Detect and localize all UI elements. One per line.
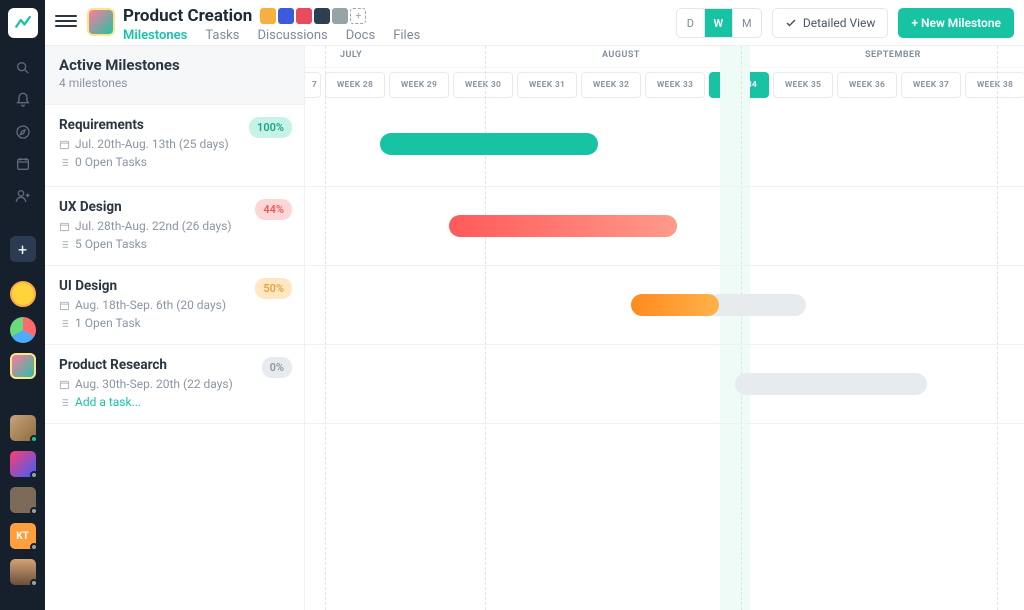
user-avatar-4[interactable]: KT — [10, 523, 36, 549]
workspace-dot-1[interactable] — [10, 281, 36, 307]
check-icon — [785, 17, 797, 29]
scale-week[interactable]: W — [705, 9, 733, 37]
list-sm-icon — [59, 397, 70, 408]
notifications-icon[interactable] — [0, 84, 45, 116]
member-avatars[interactable]: + — [260, 8, 366, 24]
milestone-tasks: 1 Open Task — [59, 316, 290, 330]
header: Product Creation + Milestones Tasks Disc… — [45, 0, 1024, 46]
month-row: JULY AUGUST SEPTEMBER — [305, 46, 1024, 68]
avatar[interactable] — [278, 8, 294, 24]
app-logo[interactable] — [8, 8, 38, 38]
milestone-item[interactable]: UX Design Jul. 28th-Aug. 22nd (26 days) … — [45, 187, 304, 266]
menu-icon[interactable] — [55, 12, 77, 30]
milestone-tasks: 0 Open Tasks — [59, 155, 290, 169]
week-pill[interactable]: WEEK 28 — [325, 72, 385, 98]
milestone-dates: Aug. 30th-Sep. 20th (22 days) — [59, 377, 290, 391]
calendar-sm-icon — [59, 221, 70, 232]
avatar[interactable] — [332, 8, 348, 24]
left-rail: + KT — [0, 0, 45, 610]
new-milestone-label: + New Milestone — [911, 16, 1001, 30]
gantt-bar-ui-design[interactable] — [631, 294, 719, 316]
user-avatar-5[interactable] — [10, 559, 36, 585]
user-avatar-3[interactable] — [10, 487, 36, 513]
milestone-sidebar: Active Milestones 4 milestones Requireme… — [45, 46, 305, 610]
week-pill[interactable]: WEEK 30 — [453, 72, 513, 98]
gantt-lanes — [305, 105, 1024, 424]
detailed-view-button[interactable]: Detailed View — [772, 8, 889, 38]
gantt-bar-ux-design[interactable] — [449, 215, 677, 237]
sidebar-title: Active Milestones — [59, 56, 290, 74]
add-member-button[interactable]: + — [350, 8, 366, 24]
milestone-dates: Jul. 20th-Aug. 13th (25 days) — [59, 137, 290, 151]
week-pill[interactable]: WEEK 36 — [837, 72, 897, 98]
milestone-dates: Jul. 28th-Aug. 22nd (26 days) — [59, 219, 290, 233]
search-icon[interactable] — [0, 52, 45, 84]
week-pill[interactable]: WEEK 29 — [389, 72, 449, 98]
gantt-lane — [305, 187, 1024, 266]
milestone-dates: Aug. 18th-Sep. 6th (20 days) — [59, 298, 290, 312]
milestone-item[interactable]: UI Design Aug. 18th-Sep. 6th (20 days) 1… — [45, 266, 304, 345]
progress-badge: 50% — [255, 278, 292, 299]
avatar[interactable] — [314, 8, 330, 24]
scale-day[interactable]: D — [677, 9, 705, 37]
gantt-bar-product-research[interactable] — [735, 373, 927, 395]
scale-month[interactable]: M — [733, 9, 761, 37]
progress-badge: 44% — [255, 199, 292, 220]
gantt-lane — [305, 266, 1024, 345]
timeline: JULY AUGUST SEPTEMBER 7 WEEK 28 WEEK 29 … — [305, 46, 1024, 610]
month-label: SEPTEMBER — [865, 50, 921, 60]
week-pill[interactable]: WEEK 33 — [645, 72, 705, 98]
avatar[interactable] — [260, 8, 276, 24]
view-scale-toggle: D W M — [676, 8, 762, 38]
calendar-sm-icon — [59, 139, 70, 150]
milestone-add-task[interactable]: Add a task... — [59, 395, 290, 409]
gantt-lane — [305, 345, 1024, 424]
milestone-tasks: 5 Open Tasks — [59, 237, 290, 251]
week-pill[interactable]: WEEK 38 — [965, 72, 1024, 98]
avatar[interactable] — [296, 8, 312, 24]
gantt-lane — [305, 105, 1024, 187]
user-avatar-1[interactable] — [10, 415, 36, 441]
workspace-current[interactable] — [10, 353, 36, 379]
calendar-icon[interactable] — [0, 148, 45, 180]
milestone-name: Product Research — [59, 357, 290, 373]
calendar-sm-icon — [59, 379, 70, 390]
invite-user-icon[interactable] — [0, 180, 45, 212]
milestone-item[interactable]: Requirements Jul. 20th-Aug. 13th (25 day… — [45, 105, 304, 187]
new-milestone-button[interactable]: + New Milestone — [898, 8, 1014, 38]
month-label: AUGUST — [602, 50, 640, 60]
add-button[interactable]: + — [10, 236, 36, 262]
main-panel: Product Creation + Milestones Tasks Disc… — [45, 0, 1024, 610]
sidebar-subtitle: 4 milestones — [59, 76, 290, 90]
workspace-dot-2[interactable] — [10, 317, 36, 343]
compass-icon[interactable] — [0, 116, 45, 148]
progress-badge: 0% — [262, 357, 292, 378]
week-pill[interactable]: WEEK 37 — [901, 72, 961, 98]
week-pill[interactable]: WEEK 31 — [517, 72, 577, 98]
list-sm-icon — [59, 157, 70, 168]
milestone-item[interactable]: Product Research Aug. 30th-Sep. 20th (22… — [45, 345, 304, 424]
calendar-sm-icon — [59, 300, 70, 311]
list-sm-icon — [59, 239, 70, 250]
sidebar-header: Active Milestones 4 milestones — [45, 46, 304, 105]
gantt-bar-requirements[interactable] — [380, 133, 598, 155]
list-sm-icon — [59, 318, 70, 329]
page-title: Product Creation — [123, 6, 252, 26]
project-tile[interactable] — [87, 8, 115, 36]
week-pill[interactable]: WEEK 35 — [773, 72, 833, 98]
user-avatar-2[interactable] — [10, 451, 36, 477]
week-pill[interactable]: WEEK 32 — [581, 72, 641, 98]
month-label: JULY — [340, 50, 362, 60]
week-row: 7 WEEK 28 WEEK 29 WEEK 30 WEEK 31 WEEK 3… — [305, 68, 1024, 105]
logo-icon — [14, 14, 32, 32]
week-pill[interactable]: 7 — [305, 72, 321, 98]
detailed-view-label: Detailed View — [803, 16, 876, 30]
progress-badge: 100% — [249, 117, 292, 138]
